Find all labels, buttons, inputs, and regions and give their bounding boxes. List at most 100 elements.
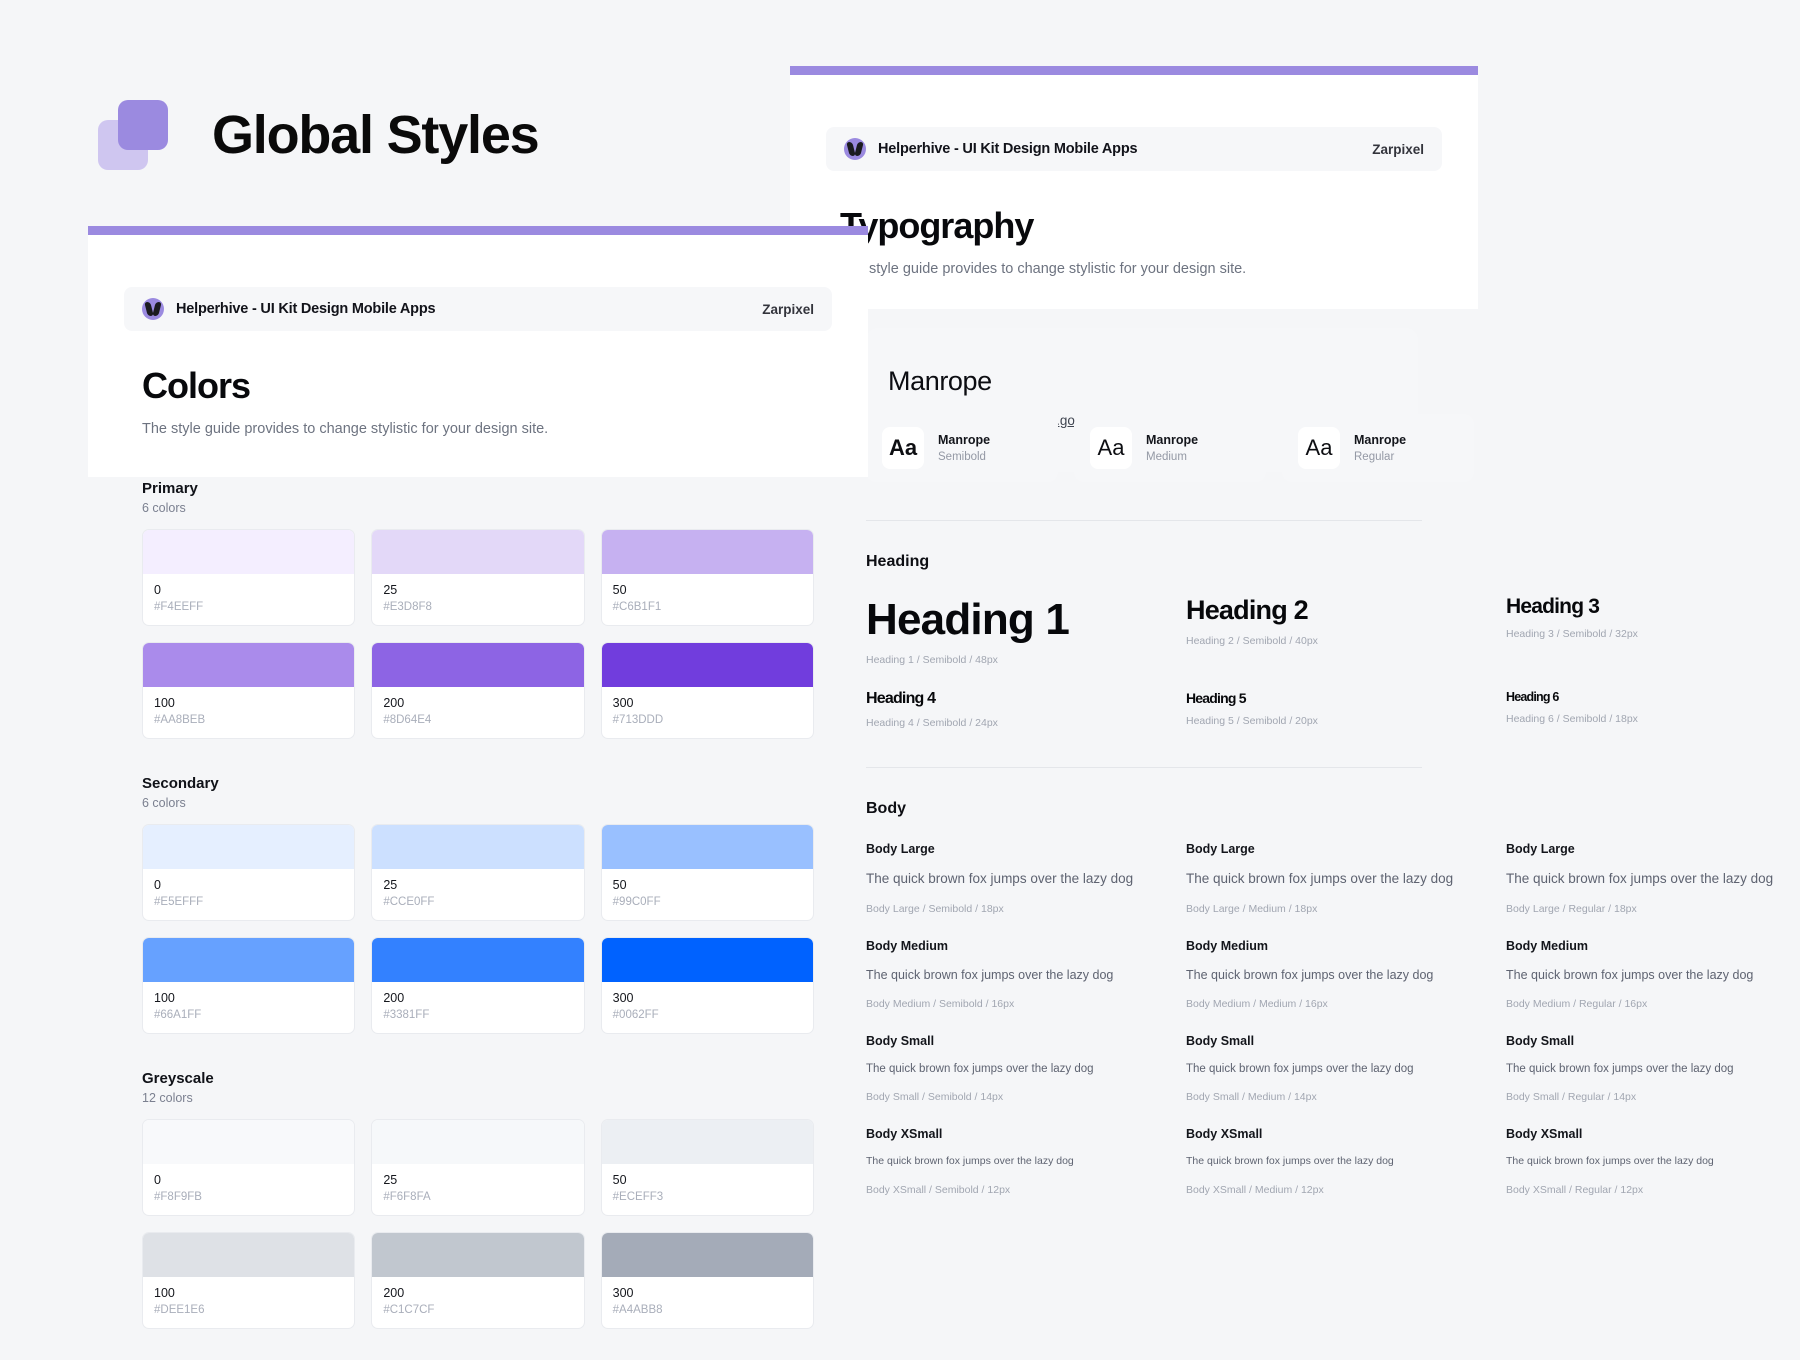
stacked-squares-logo-icon [98, 100, 168, 170]
global-styles-board: Global Styles Helperhive - UI Kit Design… [0, 0, 1800, 1360]
font-weight-text: ManropeRegular [1354, 433, 1406, 463]
color-swatch[interactable]: 0#F4EEFF [142, 529, 355, 626]
swatch-step: 50 [613, 878, 802, 892]
heading-sample-spec: Heading 1 / Semibold / 48px [866, 654, 1160, 666]
heading-sample-spec: Heading 6 / Semibold / 18px [1506, 713, 1800, 725]
swatch-grid: 0#E5EFFF 25#CCE0FF 50 #99C0FF 100 #66A1FF 200#… [142, 824, 814, 1034]
font-weight-card[interactable]: AaManropeRegular [1282, 414, 1474, 482]
color-swatch[interactable]: 200#C1C7CF [371, 1232, 584, 1329]
heading-sample-cell: Heading 1Heading 1 / Semibold / 48px [866, 571, 1160, 666]
swatch-step: 300 [613, 1286, 802, 1300]
color-swatch[interactable]: 25#F6F8FA [371, 1119, 584, 1216]
swatch-meta: 25#CCE0FF [372, 869, 583, 920]
color-swatch[interactable]: 50 #99C0FF [601, 824, 814, 921]
swatch-hex: #66A1FF [154, 1009, 343, 1021]
body-sample-label: Body Small [866, 1034, 1160, 1048]
swatch-meta: 300 #A4ABB8 [602, 1277, 813, 1328]
swatch-meta: 300#713DDD [602, 687, 813, 738]
body-sample-label: Body Medium [1506, 939, 1800, 953]
swatch-color-chip [143, 1233, 354, 1277]
swatch-color-chip [372, 938, 583, 982]
body-sample-cell: Body Medium The quick brown fox jumps ove… [1506, 915, 1800, 1010]
body-sample-label: Body XSmall [866, 1127, 1160, 1141]
swatch-meta: 200#3381FF [372, 982, 583, 1033]
heading-sample-spec: Heading 4 / Semibold / 24px [866, 717, 1160, 729]
heading-sample-spec: Heading 5 / Semibold / 20px [1186, 715, 1480, 727]
color-swatch[interactable]: 0#F8F9FB [142, 1119, 355, 1216]
swatch-meta: 300#0062FF [602, 982, 813, 1033]
brand-left-group: Helperhive - UI Kit Design Mobile Apps [844, 138, 1137, 160]
brand-author: Zarpixel [1372, 142, 1424, 157]
body-sample-text: The quick brown fox jumps over the lazy … [1186, 869, 1480, 889]
body-sample-spec: Body Large / Semibold / 18px [866, 903, 1160, 915]
color-swatch[interactable]: 25#CCE0FF [371, 824, 584, 921]
font-weight-label: Semibold [938, 451, 990, 463]
swatch-color-chip [602, 530, 813, 574]
palette-name: Greyscale [142, 1070, 814, 1087]
color-swatch[interactable]: 50#C6B1F1 [601, 529, 814, 626]
body-sample-cell: Body MediumThe quick brown fox jumps ove… [1186, 915, 1480, 1010]
swatch-color-chip [372, 825, 583, 869]
font-weight-card[interactable]: AaManropeMedium [1074, 414, 1266, 482]
swatch-meta: 50#ECEFF3 [602, 1164, 813, 1215]
font-weight-family: Manrope [1146, 433, 1198, 447]
body-sample-label: Body Medium [866, 939, 1160, 953]
color-swatch[interactable]: 200#3381FF [371, 937, 584, 1034]
body-sample-cell: Body SmallThe quick brown fox jumps over… [1186, 1010, 1480, 1104]
palette-group: Secondary6 colors0#E5EFFF25#CCE0FF50#99C… [142, 775, 814, 1034]
color-swatch[interactable]: 200#8D64E4 [371, 642, 584, 739]
swatch-hex: #E3D8F8 [383, 601, 572, 613]
color-swatch[interactable]: 300#713DDD [601, 642, 814, 739]
swatch-hex: #F4EEFF [154, 601, 343, 613]
heading-sample-cell: Heading 2Heading 2 / Semibold / 40px [1186, 571, 1480, 666]
color-swatch[interactable]: 0#E5EFFF [142, 824, 355, 921]
page-title-block: Global Styles [98, 100, 539, 170]
swatch-color-chip [372, 530, 583, 574]
color-swatch[interactable]: 100#DEE1E6 [142, 1232, 355, 1329]
swatch-hex: #C6B1F1 [613, 601, 802, 613]
swatch-meta: 0#F8F9FB [143, 1164, 354, 1215]
font-weight-card-row: AaManropeSemiboldAaManropeMediumAaManrop… [866, 414, 1800, 482]
section-divider-1 [866, 520, 1422, 521]
heading-sample-text: Heading 6 [1506, 690, 1800, 704]
swatch-hex: #F6F8FA [383, 1191, 572, 1203]
body-sample-cell: Body MediumThe quick brown fox jumps ove… [866, 915, 1160, 1010]
swatch-color-chip [372, 1233, 583, 1277]
swatch-hex: #99C0FF [613, 896, 802, 908]
body-sample-spec: Body Medium / Medium / 16px [1186, 998, 1480, 1010]
swatch-color-chip [143, 825, 354, 869]
swatch-meta: 25#F6F8FA [372, 1164, 583, 1215]
body-sample-cell: Body LargeThe quick brown fox jumps over… [866, 818, 1160, 915]
color-swatch[interactable]: 50#ECEFF3 [601, 1119, 814, 1216]
color-swatch[interactable]: 100 #66A1FF [142, 937, 355, 1034]
body-sample-spec: Body Large / Regular / 18px [1506, 903, 1800, 915]
logo-square-front [118, 100, 168, 150]
font-weight-label: Medium [1146, 451, 1198, 463]
color-swatch[interactable]: 100#AA8BEB [142, 642, 355, 739]
color-swatch[interactable]: 300 #A4ABB8 [601, 1232, 814, 1329]
font-weight-card[interactable]: AaManropeSemibold [866, 414, 1058, 482]
palette-count: 6 colors [142, 796, 814, 810]
brand-author: Zarpixel [762, 302, 814, 317]
swatch-step: 200 [383, 696, 572, 710]
heading-sample-cell: Heading 4Heading 4 / Semibold / 24px [866, 666, 1160, 729]
colors-title: Colors [142, 365, 814, 407]
typography-title: Typography [840, 205, 1428, 247]
swatch-grid: 0#F4EEFF25#E3D8F850#C6B1F1100#AA8BEB200#… [142, 529, 814, 739]
swatch-step: 100 [154, 991, 343, 1005]
font-weight-family: Manrope [1354, 433, 1406, 447]
palette-group: Greyscale12 colors0#F8F9FB25#F6F8FA50#EC… [142, 1070, 814, 1329]
color-swatch[interactable]: 25#E3D8F8 [371, 529, 584, 626]
swatch-meta: 100 #66A1FF [143, 982, 354, 1033]
card-accent-bar [88, 226, 868, 235]
swatch-color-chip [602, 643, 813, 687]
body-sample-spec: Body Medium / Semibold / 16px [866, 998, 1160, 1010]
body-sample-label: Body Medium [1186, 939, 1480, 953]
body-sample-text: The quick brown fox jumps over the lazy … [1506, 966, 1800, 984]
swatch-hex: #A4ABB8 [613, 1304, 802, 1316]
font-weight-text: ManropeSemibold [938, 433, 990, 463]
typography-brand-bar: Helperhive - UI Kit Design Mobile Apps Z… [826, 127, 1442, 171]
swatch-meta: 0#F4EEFF [143, 574, 354, 625]
color-swatch[interactable]: 300#0062FF [601, 937, 814, 1034]
swatch-hex: #ECEFF3 [613, 1191, 802, 1203]
